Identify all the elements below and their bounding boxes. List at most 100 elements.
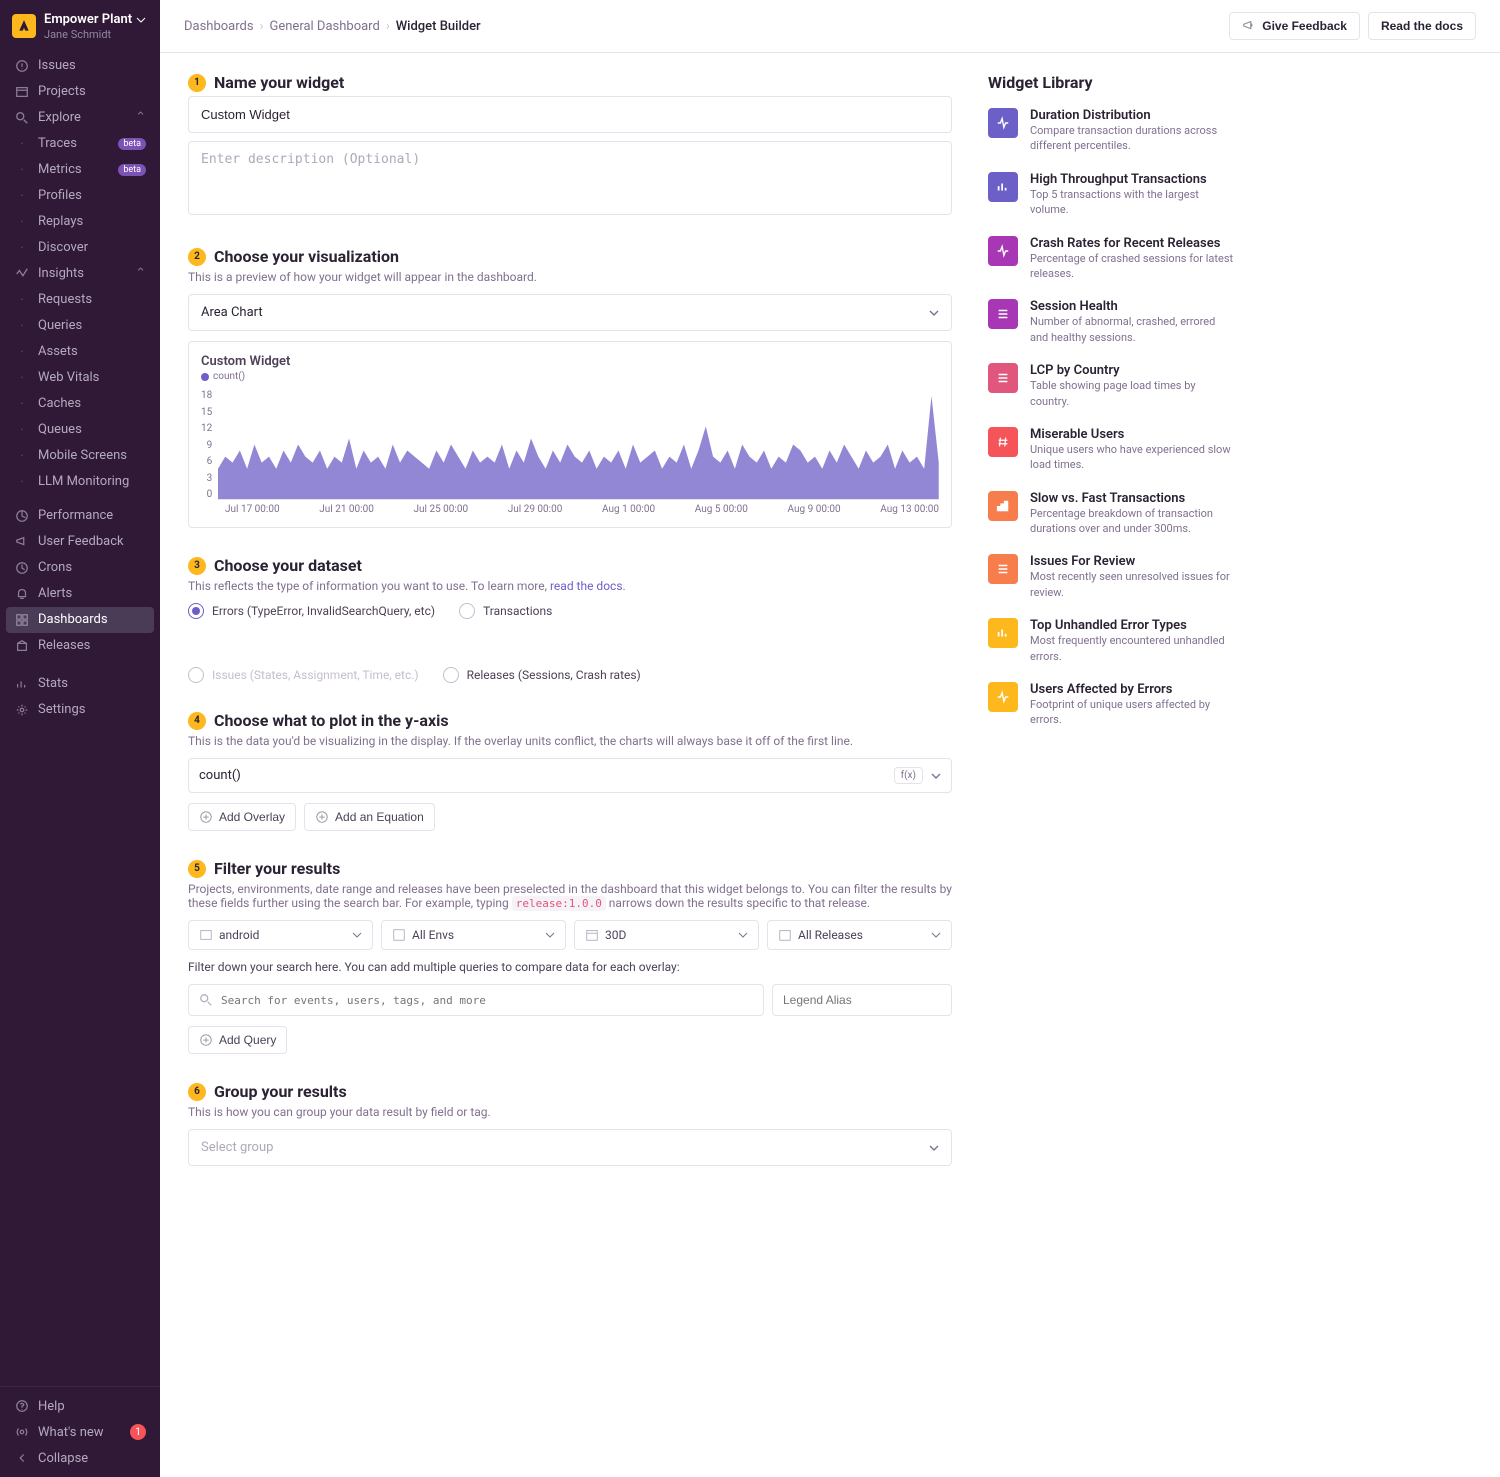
library-item[interactable]: Crash Rates for Recent ReleasesPercentag… [988,236,1236,282]
chart-legend: count() [201,371,939,382]
give-feedback-button[interactable]: Give Feedback [1229,12,1360,40]
library-item[interactable]: Top Unhandled Error TypesMost frequently… [988,618,1236,664]
sidebar-item-requests[interactable]: Requests [6,287,154,313]
add-query-button[interactable]: Add Query [188,1026,287,1054]
dataset-radio[interactable]: Releases (Sessions, Crash rates) [443,667,641,683]
widget-name-input[interactable] [188,96,952,133]
sidebar-item-user-feedback[interactable]: User Feedback [6,529,154,555]
sidebar-item-what's-new[interactable]: What's new 1 [6,1419,154,1445]
library-item[interactable]: Users Affected by ErrorsFootprint of uni… [988,682,1236,728]
sidebar-item-assets[interactable]: Assets [6,339,154,365]
visualization-select[interactable]: Area Chart [188,294,952,331]
legend-alias-input[interactable] [772,984,952,1016]
nav-section-insights[interactable]: Insights ⌃ [6,261,154,287]
project-filter[interactable]: android [188,920,373,950]
issues-icon [14,58,30,74]
library-item[interactable]: Duration DistributionCompare transaction… [988,108,1236,154]
dataset-radio: Issues (States, Assignment, Time, etc.) [188,667,419,683]
breadcrumb-item[interactable]: General Dashboard [270,19,380,34]
env-filter[interactable]: All Envs [381,920,566,950]
radio-label: Issues (States, Assignment, Time, etc.) [212,668,419,682]
sidebar-item-releases[interactable]: Releases [6,633,154,659]
sidebar-item-web-vitals[interactable]: Web Vitals [6,365,154,391]
sidebar-item-crons[interactable]: Crons [6,555,154,581]
sidebar-item-metrics[interactable]: Metricsbeta [6,157,154,183]
count-badge: 1 [130,1424,146,1440]
library-item-title: Top Unhandled Error Types [1030,618,1236,633]
release-filter[interactable]: All Releases [767,920,952,950]
library-item-title: Issues For Review [1030,554,1236,569]
project-icon [199,928,213,942]
daterange-filter[interactable]: 30D [574,920,759,950]
library-item[interactable]: Miserable UsersUnique users who have exp… [988,427,1236,473]
sidebar-item-issues[interactable]: Issues [6,53,154,79]
nav-label: What's new [38,1425,104,1440]
nav-label: Settings [38,702,85,717]
dataset-radio[interactable]: Errors (TypeError, InvalidSearchQuery, e… [188,603,435,619]
sidebar-item-projects[interactable]: Projects [6,79,154,105]
add-equation-label: Add an Equation [335,810,424,824]
plus-circle-icon [199,1033,213,1047]
breadcrumb-item[interactable]: Dashboards [184,19,254,34]
nav-label: User Feedback [38,534,124,549]
sidebar-item-traces[interactable]: Tracesbeta [6,131,154,157]
search-input-wrapper[interactable] [188,984,764,1016]
nav-section-explore[interactable]: Explore ⌃ [6,105,154,131]
sidebar-item-replays[interactable]: Replays [6,209,154,235]
sidebar-item-settings[interactable]: Settings [6,697,154,723]
library-item[interactable]: High Throughput TransactionsTop 5 transa… [988,172,1236,218]
yaxis-select[interactable]: count() f(x) [188,758,952,793]
widget-description-input[interactable] [188,141,952,215]
sidebar-item-collapse[interactable]: Collapse [6,1445,154,1471]
group-select[interactable]: Select group [188,1129,952,1166]
library-icon [988,299,1018,329]
sidebar-item-help[interactable]: Help [6,1393,154,1419]
sidebar-item-queries[interactable]: Queries [6,313,154,339]
library-item-title: Users Affected by Errors [1030,682,1236,697]
library-item[interactable]: Slow vs. Fast TransactionsPercentage bre… [988,491,1236,537]
sidebar-item-queues[interactable]: Queues [6,417,154,443]
library-icon [988,108,1018,138]
group-placeholder: Select group [201,1140,273,1155]
chevron-down-icon [931,930,941,940]
stats-icon [14,676,30,692]
sidebar-item-mobile-screens[interactable]: Mobile Screens [6,443,154,469]
sidebar-item-stats[interactable]: Stats [6,671,154,697]
sidebar-item-dashboards[interactable]: Dashboards [6,607,154,633]
sidebar-item-performance[interactable]: Performance [6,503,154,529]
dot-icon [14,370,30,386]
env-icon [392,928,406,942]
sidebar-item-caches[interactable]: Caches [6,391,154,417]
insights-icon [14,266,30,282]
sidebar-item-llm-monitoring[interactable]: LLM Monitoring [6,469,154,495]
nav-label: Mobile Screens [38,448,127,463]
nav-label: Assets [38,344,78,359]
nav-label: Performance [38,508,113,523]
search-input[interactable] [221,994,753,1007]
step-title: Choose your visualization [214,247,399,266]
sidebar-item-profiles[interactable]: Profiles [6,183,154,209]
sidebar-item-discover[interactable]: Discover [6,235,154,261]
step-number: 3 [188,557,206,575]
library-item[interactable]: Session HealthNumber of abnormal, crashe… [988,299,1236,345]
read-docs-link[interactable]: read the docs [550,579,623,593]
library-item[interactable]: Issues For ReviewMost recently seen unre… [988,554,1236,600]
sidebar-item-alerts[interactable]: Alerts [6,581,154,607]
add-overlay-button[interactable]: Add Overlay [188,803,296,831]
step-title: Choose your dataset [214,556,362,575]
chart-xaxis: Jul 17 00:00Jul 21 00:00Jul 25 00:00Jul … [225,504,939,515]
step-title: Name your widget [214,73,344,92]
chevron-up-icon: ⌃ [135,266,146,281]
add-equation-button[interactable]: Add an Equation [304,803,435,831]
nav-label: Stats [38,676,68,691]
library-item[interactable]: LCP by CountryTable showing page load ti… [988,363,1236,409]
org-switcher[interactable]: Empower Plant Jane Schmidt [0,0,160,49]
step-number: 2 [188,248,206,266]
nav-label-explore: Explore [38,110,81,125]
radio-label: Errors (TypeError, InvalidSearchQuery, e… [212,604,435,618]
nav-label: Replays [38,214,83,229]
dataset-radio[interactable]: Transactions [459,603,552,619]
read-docs-button[interactable]: Read the docs [1368,12,1476,40]
releases-icon [14,638,30,654]
dot-icon [14,474,30,490]
